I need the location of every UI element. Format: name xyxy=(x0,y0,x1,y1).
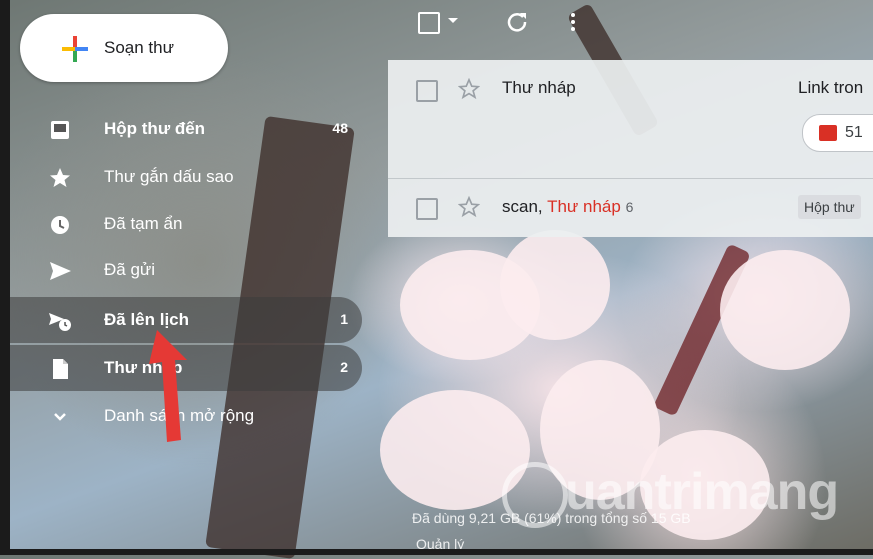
refresh-icon[interactable] xyxy=(505,10,529,34)
sender-draft-label: Thư nháp xyxy=(502,78,576,97)
mail-subject: Link tron xyxy=(798,78,864,97)
send-icon xyxy=(50,262,71,280)
star-outline-icon[interactable] xyxy=(458,78,480,100)
scheduled-icon xyxy=(49,313,71,331)
window-edge xyxy=(0,549,873,555)
compose-label: Soạn thư xyxy=(104,38,174,57)
sidebar-item-starred[interactable]: Thư gắn dấu sao xyxy=(10,154,362,200)
row-checkbox[interactable] xyxy=(416,198,438,220)
flower-petal xyxy=(720,250,850,370)
sidebar-item-label: Đã lên lịch xyxy=(104,310,190,329)
window-edge xyxy=(0,0,10,555)
mail-row[interactable]: Thư nháp Link tron 51 xyxy=(388,60,873,179)
sidebar-item-label: Đã gửi xyxy=(104,260,156,279)
more-vert-icon[interactable] xyxy=(568,10,578,34)
sidebar-item-label: Hộp thư đến xyxy=(104,119,206,138)
unread-count: 48 xyxy=(332,120,348,136)
item-count: 1 xyxy=(340,311,348,327)
star-icon xyxy=(50,168,70,187)
star-outline-icon[interactable] xyxy=(458,196,480,218)
select-all-checkbox[interactable] xyxy=(418,12,440,34)
chevron-down-icon xyxy=(54,413,66,421)
mail-sender: scan, Thư nháp 6 xyxy=(502,197,633,217)
plus-icon xyxy=(62,36,88,62)
sender-draft-label: Thư nháp xyxy=(547,197,621,216)
item-count: 2 xyxy=(340,359,348,375)
sender-name: scan, xyxy=(502,197,548,216)
sidebar-item-sent[interactable]: Đã gửi xyxy=(10,247,362,293)
row-checkbox[interactable] xyxy=(416,80,438,102)
sidebar-item-label: Đã tạm ẩn xyxy=(104,214,183,233)
storage-usage: Đã dùng 9,21 GB (61%) trong tổng số 15 G… xyxy=(412,510,691,526)
mail-list: Thư nháp Link tron 51 scan, Thư nháp 6 H… xyxy=(388,60,873,237)
flower-petal xyxy=(500,230,610,340)
image-icon xyxy=(819,125,837,141)
mail-row[interactable]: scan, Thư nháp 6 Hộp thư xyxy=(388,179,873,237)
clock-icon xyxy=(51,216,69,234)
attachment-chip[interactable]: 51 xyxy=(802,114,873,152)
sidebar-item-inbox[interactable]: Hộp thư đến 48 xyxy=(10,106,362,152)
draft-icon xyxy=(53,359,68,379)
compose-button[interactable]: Soạn thư xyxy=(20,14,228,82)
attachment-name: 51 xyxy=(845,124,863,141)
label-chip: Hộp thư xyxy=(798,195,861,219)
sidebar-item-snoozed[interactable]: Đã tạm ẩn xyxy=(10,201,362,247)
select-dropdown-caret[interactable] xyxy=(448,18,458,23)
sidebar-item-label: Thư gắn dấu sao xyxy=(104,167,234,186)
inbox-icon xyxy=(51,121,69,139)
annotation-arrow xyxy=(149,330,187,442)
thread-count: 6 xyxy=(625,199,634,215)
